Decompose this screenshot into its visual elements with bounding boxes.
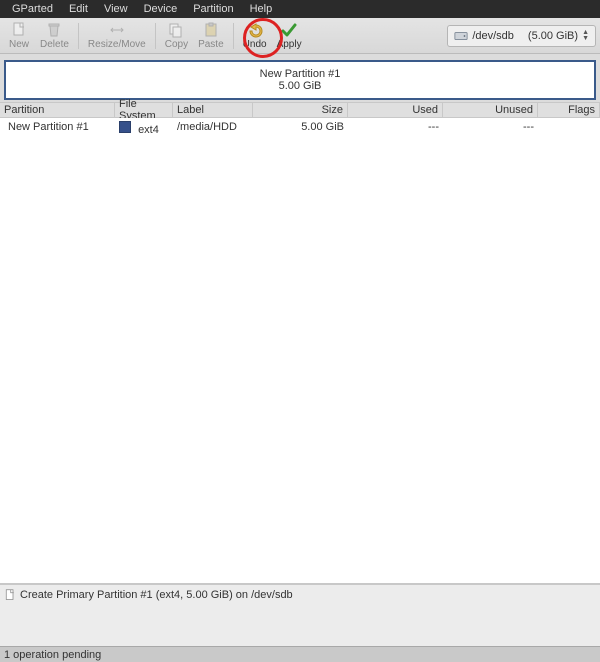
cell-used: --- xyxy=(348,120,443,136)
partition-table-header: Partition File System Label Size Used Un… xyxy=(0,102,600,118)
table-row[interactable]: New Partition #1 ext4 /media/HDD 5.00 Gi… xyxy=(0,118,600,136)
menu-gparted[interactable]: GParted xyxy=(4,2,61,16)
cell-fs-text: ext4 xyxy=(138,124,159,136)
cell-partition: New Partition #1 xyxy=(0,120,115,136)
menu-device[interactable]: Device xyxy=(136,2,186,16)
menu-view[interactable]: View xyxy=(96,2,136,16)
pending-operations-panel: Create Primary Partition #1 (ext4, 5.00 … xyxy=(0,584,600,646)
resize-button: Resize/Move xyxy=(84,21,150,50)
device-selector[interactable]: /dev/sdb (5.00 GiB) ▲▼ xyxy=(447,25,596,47)
document-new-icon xyxy=(11,22,27,38)
col-flags[interactable]: Flags xyxy=(538,103,600,117)
cell-label: /media/HDD xyxy=(173,120,253,136)
menubar: GParted Edit View Device Partition Help xyxy=(0,0,600,18)
partition-graph: New Partition #1 5.00 GiB xyxy=(0,54,600,102)
paste-label: Paste xyxy=(198,39,224,50)
col-partition[interactable]: Partition xyxy=(0,103,115,117)
pending-operation-text: Create Primary Partition #1 (ext4, 5.00 … xyxy=(20,589,293,601)
undo-label: Undo xyxy=(243,39,267,50)
partition-block-title: New Partition #1 xyxy=(260,68,341,80)
menu-partition[interactable]: Partition xyxy=(185,2,241,16)
resize-icon xyxy=(109,22,125,38)
col-label[interactable]: Label xyxy=(173,103,253,117)
apply-button[interactable]: Apply xyxy=(273,21,306,50)
toolbar-separator xyxy=(233,23,234,49)
statusbar: 1 operation pending xyxy=(0,646,600,662)
cell-size: 5.00 GiB xyxy=(253,120,348,136)
delete-label: Delete xyxy=(40,39,69,50)
toolbar: New Delete Resize/Move Copy Paste Undo A… xyxy=(0,18,600,54)
new-button: New xyxy=(4,21,34,50)
pending-operation[interactable]: Create Primary Partition #1 (ext4, 5.00 … xyxy=(4,589,596,601)
apply-check-icon xyxy=(281,22,297,38)
cell-unused: --- xyxy=(443,120,538,136)
paste-icon xyxy=(203,22,219,38)
menu-help[interactable]: Help xyxy=(242,2,281,16)
col-size[interactable]: Size xyxy=(253,103,348,117)
col-unused[interactable]: Unused xyxy=(443,103,538,117)
resize-label: Resize/Move xyxy=(88,39,146,50)
device-size: (5.00 GiB) xyxy=(528,30,578,42)
undo-icon xyxy=(247,22,263,38)
apply-label: Apply xyxy=(277,39,302,50)
toolbar-separator xyxy=(155,23,156,49)
copy-label: Copy xyxy=(165,39,188,50)
document-icon xyxy=(4,589,16,601)
toolbar-separator xyxy=(78,23,79,49)
col-filesystem[interactable]: File System xyxy=(115,103,173,117)
partition-block[interactable]: New Partition #1 5.00 GiB xyxy=(4,60,596,100)
delete-button: Delete xyxy=(36,21,73,50)
drive-icon xyxy=(454,29,468,43)
new-label: New xyxy=(9,39,29,50)
cell-filesystem: ext4 xyxy=(115,120,173,136)
partition-block-size: 5.00 GiB xyxy=(279,80,322,92)
undo-button[interactable]: Undo xyxy=(239,21,271,50)
device-spinner[interactable]: ▲▼ xyxy=(582,30,589,42)
trash-icon xyxy=(46,22,62,38)
partition-table-body: New Partition #1 ext4 /media/HDD 5.00 Gi… xyxy=(0,118,600,584)
copy-icon xyxy=(168,22,184,38)
col-used[interactable]: Used xyxy=(348,103,443,117)
paste-button: Paste xyxy=(194,21,228,50)
status-text: 1 operation pending xyxy=(4,649,101,661)
device-path: /dev/sdb xyxy=(472,30,514,42)
copy-button: Copy xyxy=(161,21,192,50)
fs-color-swatch xyxy=(119,121,131,133)
cell-flags xyxy=(538,120,600,136)
menu-edit[interactable]: Edit xyxy=(61,2,96,16)
